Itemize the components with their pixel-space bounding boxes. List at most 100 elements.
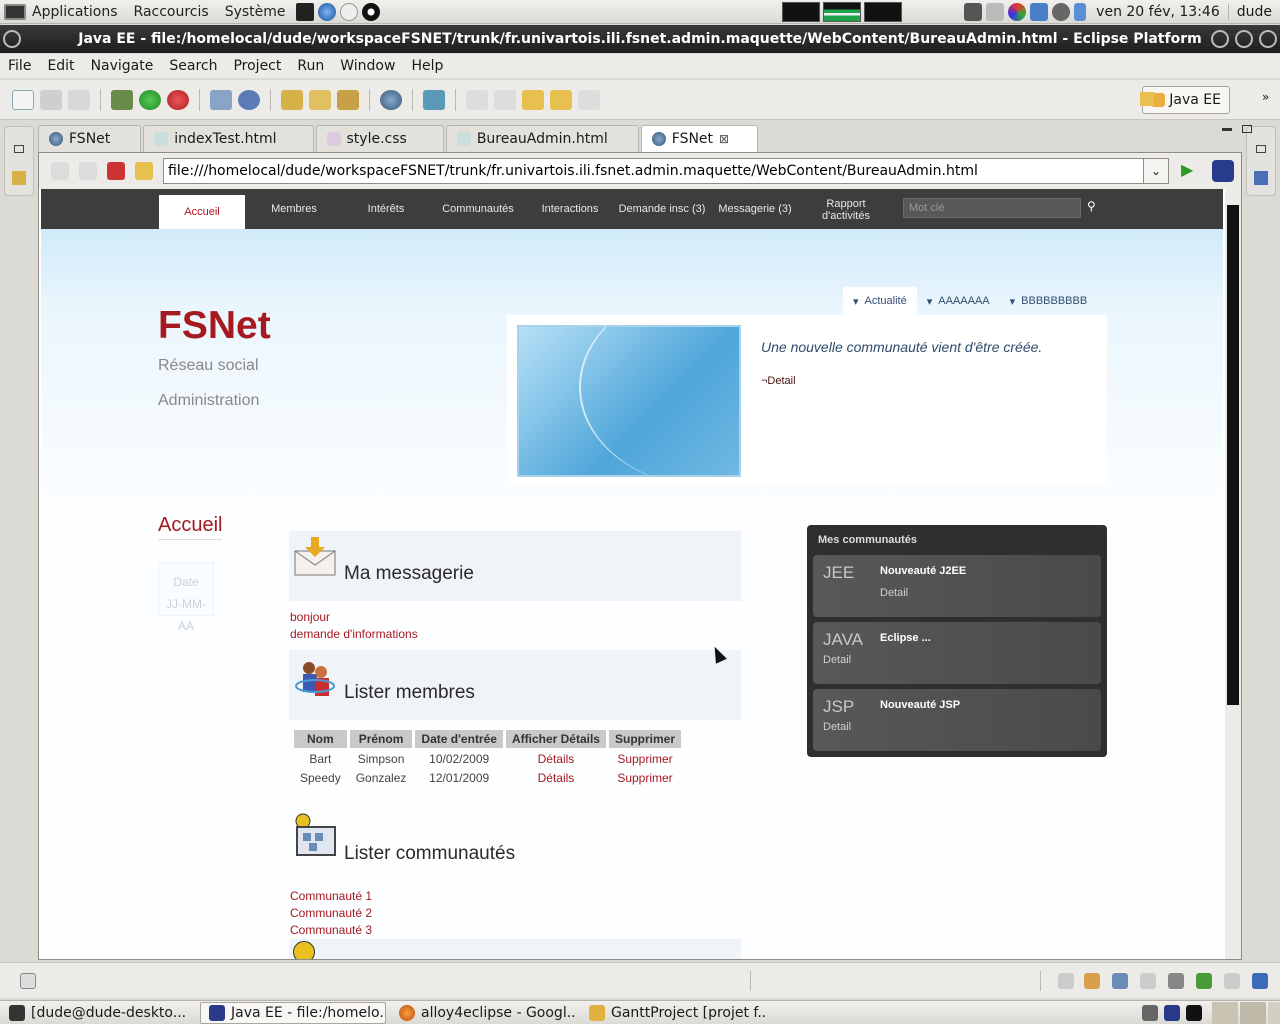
url-input[interactable] [163,158,1169,184]
trash-tray-icon[interactable] [986,2,1005,21]
run-server-icon[interactable] [167,89,189,110]
close-window-icon[interactable] [1259,30,1277,48]
nav-accueil[interactable]: Accueil [159,195,245,229]
run-icon[interactable] [139,89,161,110]
message-item[interactable]: demande d'informations [290,626,418,643]
menu-search[interactable]: Search [161,58,225,74]
vertical-scrollbar[interactable] [1225,189,1241,959]
community-card[interactable]: JEE Nouveauté J2EE Detail [813,555,1101,617]
forward-icon[interactable] [79,162,97,180]
chevron-down-icon[interactable]: ⌄ [1143,158,1169,184]
settings-tray-icon[interactable] [1052,2,1071,21]
maximize-icon[interactable] [1235,30,1253,48]
trash-icon[interactable] [1268,1001,1280,1024]
eclipse-browser-icon[interactable] [1212,160,1234,182]
raccourcis-menu[interactable]: Raccourcis [126,4,217,20]
open-resource-icon[interactable] [309,89,331,110]
search-input[interactable]: Mot clé [903,198,1081,218]
nav-communautes[interactable]: Communautés [433,189,523,229]
workspace-switcher-1[interactable] [1212,1001,1238,1024]
next-annotation-icon[interactable] [466,89,488,110]
nav-membres[interactable]: Membres [251,189,337,229]
details-link[interactable]: Détails [506,770,606,786]
print-icon[interactable] [68,89,90,110]
menu-edit[interactable]: Edit [39,58,82,74]
user-menu[interactable]: dude [1227,3,1280,20]
prev-annotation-icon[interactable] [494,89,516,110]
nav-demande-insc[interactable]: Demande insc (3) [617,189,707,229]
globe-icon[interactable] [380,89,402,110]
news-tab-a[interactable]: ▾ AAAAAAA [917,287,1000,315]
workspace-tray-icon[interactable] [1030,2,1049,21]
back-icon[interactable] [550,89,572,110]
properties-icon[interactable] [1112,973,1128,989]
tab-bureauadmin-html[interactable]: BureauAdmin.html [445,125,639,152]
systeme-menu[interactable]: Système [217,4,294,20]
maximize-editor-icon[interactable] [1242,125,1252,133]
new-web-icon[interactable] [238,89,260,110]
network-tray-icon[interactable] [1074,2,1087,21]
community-item[interactable]: Communauté 1 [290,888,372,905]
window-menu-icon[interactable] [3,30,21,48]
menu-file[interactable]: File [0,58,39,74]
back-icon[interactable] [51,162,69,180]
browser-launcher-icon[interactable] [317,2,336,21]
color-tray-icon[interactable] [1008,2,1027,21]
community-detail-link[interactable]: Detail [823,654,851,666]
community-name[interactable]: Eclipse ... [880,632,931,644]
problems-icon[interactable] [1252,973,1268,989]
close-tab-icon[interactable]: ⊠ [719,132,729,146]
menu-window[interactable]: Window [332,58,403,74]
community-item[interactable]: Communauté 2 [290,905,372,922]
markers-icon[interactable] [1084,973,1100,989]
news-detail-link[interactable]: ¬Detail [761,375,796,387]
editor-launcher-icon[interactable] [339,2,358,21]
go-icon[interactable]: ▶ [1181,162,1197,178]
clock[interactable]: ven 20 fév, 13:46 [1088,4,1228,20]
minimize-editor-icon[interactable] [1222,128,1232,131]
news-tab-actualite[interactable]: ▾ Actualité [843,287,917,315]
nav-interets[interactable]: Intérêts [341,189,431,229]
tab-indextest-html[interactable]: indexTest.html [143,125,314,152]
screenshot-tray-icon[interactable] [964,2,983,21]
news-tab-b[interactable]: ▾ BBBBBBBBB [1000,287,1098,315]
supprimer-link[interactable]: Supprimer [609,751,681,767]
details-link[interactable]: Détails [506,751,606,767]
workspace-icon[interactable] [1142,1004,1158,1021]
community-card[interactable]: JAVA Eclipse ... Detail [813,622,1101,684]
servers-icon[interactable] [1140,973,1156,989]
community-detail-link[interactable]: Detail [880,587,908,599]
forward-icon[interactable] [578,89,600,110]
nav-interactions[interactable]: Interactions [525,189,615,229]
stop-icon[interactable] [107,162,125,180]
project-explorer-icon[interactable] [12,171,26,185]
tab-fsnet-active[interactable]: FSNet ⊠ [640,125,759,152]
nav-messagerie[interactable]: Messagerie (3) [709,189,801,229]
community-name[interactable]: Nouveauté JSP [880,699,960,711]
console-icon[interactable] [1224,973,1240,989]
community-name[interactable]: Nouveauté J2EE [880,565,966,577]
supprimer-link[interactable]: Supprimer [609,770,681,786]
perspective-java-ee[interactable]: Java EE [1142,86,1230,114]
nav-rapport[interactable]: Rapport d'activités [807,198,885,238]
search-tool-icon[interactable] [337,89,359,110]
workspace-terminal-icon[interactable] [1186,1004,1202,1021]
community-card[interactable]: JSP Nouveauté JSP Detail [813,689,1101,751]
save-icon[interactable] [40,89,62,110]
fast-view-icon[interactable] [20,973,36,989]
last-edit-icon[interactable] [522,89,544,110]
snippets-icon[interactable] [1196,973,1212,989]
open-type-icon[interactable] [281,89,303,110]
menu-help[interactable]: Help [403,58,451,74]
tab-fsnet-1[interactable]: FSNet [38,125,142,152]
tab-style-css[interactable]: style.css [315,125,444,152]
data-source-icon[interactable] [1168,973,1184,989]
menu-run[interactable]: Run [289,58,332,74]
applications-menu[interactable]: Applications [0,3,126,20]
menu-navigate[interactable]: Navigate [83,58,162,74]
new-server-icon[interactable] [210,89,232,110]
minimize-icon[interactable] [1211,30,1229,48]
sync-icon[interactable] [423,89,445,110]
scrollbar-thumb[interactable] [1227,205,1239,705]
restore-icon[interactable] [14,145,24,153]
